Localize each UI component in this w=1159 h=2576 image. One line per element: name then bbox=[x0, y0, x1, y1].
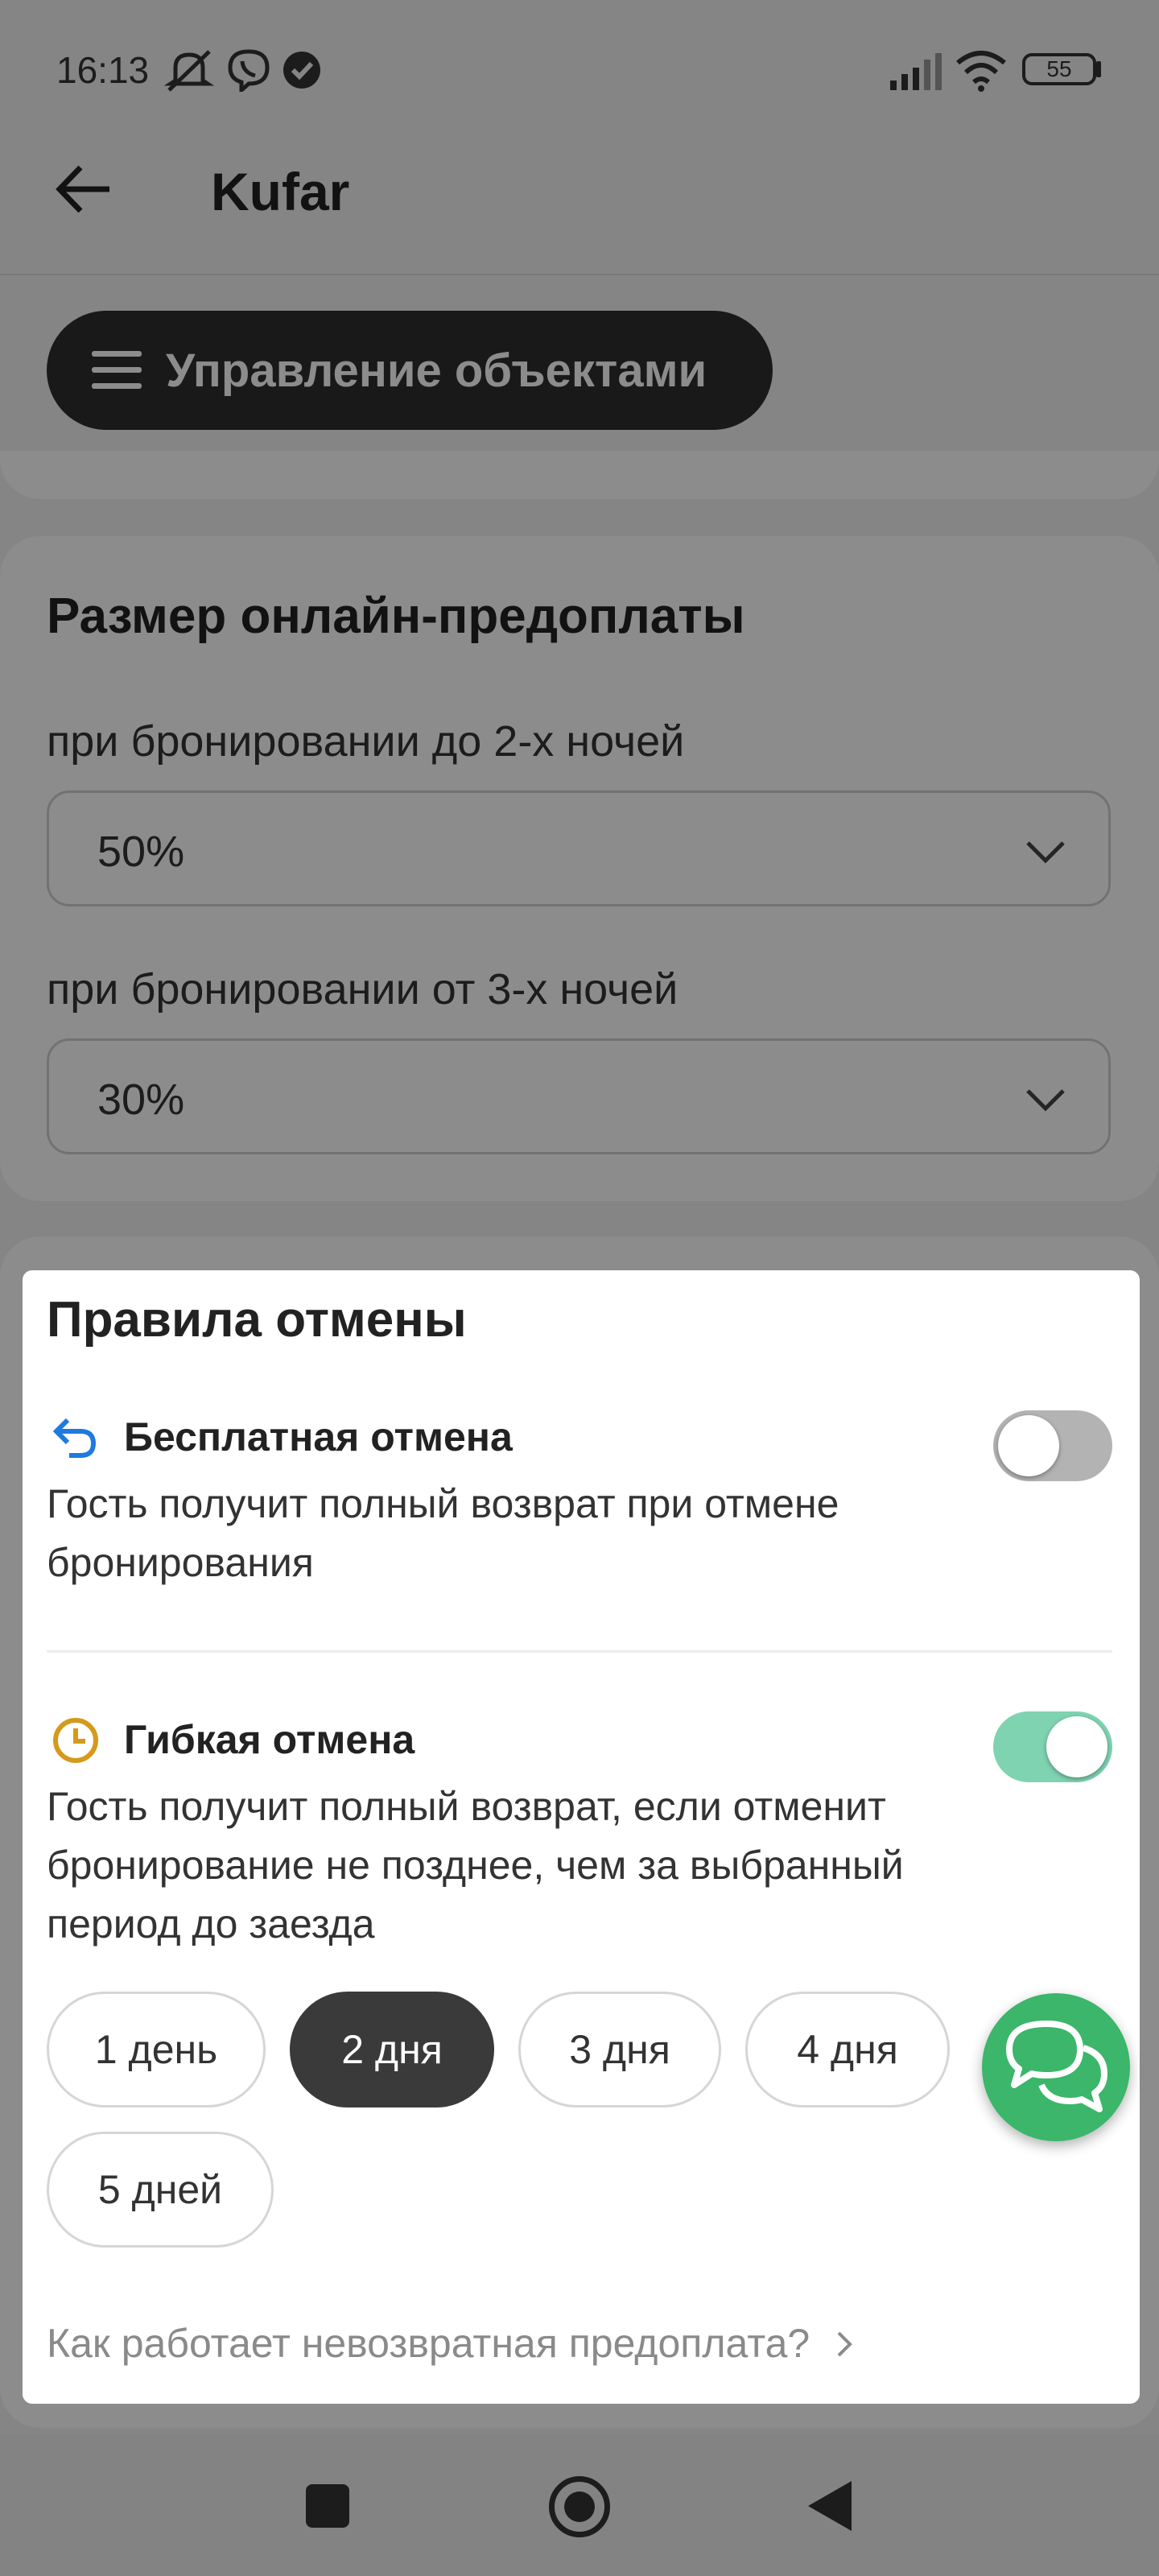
period-chip-2[interactable]: 2 дня bbox=[290, 1992, 494, 2107]
free-cancellation-description: Гость получит полный возврат при отмене … bbox=[47, 1481, 839, 1585]
period-chip-3[interactable]: 3 дня bbox=[518, 1992, 721, 2107]
clock-icon bbox=[53, 1718, 98, 1763]
free-cancellation-toggle[interactable] bbox=[993, 1410, 1112, 1481]
flexible-cancellation-toggle[interactable] bbox=[993, 1711, 1112, 1782]
period-chip-4[interactable]: 4 дня bbox=[745, 1992, 950, 2107]
undo-arrow-icon bbox=[52, 1418, 97, 1458]
nonrefundable-info-link[interactable]: Как работает невозвратная предоплата? bbox=[47, 2320, 856, 2367]
nonrefundable-info-link-label: Как работает невозвратная предоплата? bbox=[47, 2321, 810, 2366]
period-chip-1[interactable]: 1 день bbox=[47, 1992, 266, 2107]
chevron-right-icon bbox=[837, 2331, 852, 2357]
cancellation-title: Правила отмены bbox=[47, 1292, 467, 1348]
chat-button[interactable] bbox=[982, 1993, 1130, 2141]
flexible-cancellation-title: Гибкая отмена bbox=[124, 1717, 415, 1762]
chat-bubbles-icon bbox=[1006, 2021, 1107, 2112]
free-cancellation-title: Бесплатная отмена bbox=[124, 1414, 513, 1459]
flexible-cancellation-description: Гость получит полный возврат, если отмен… bbox=[47, 1784, 904, 1946]
period-chip-5[interactable]: 5 дней bbox=[47, 2132, 274, 2248]
divider bbox=[47, 1650, 1112, 1653]
